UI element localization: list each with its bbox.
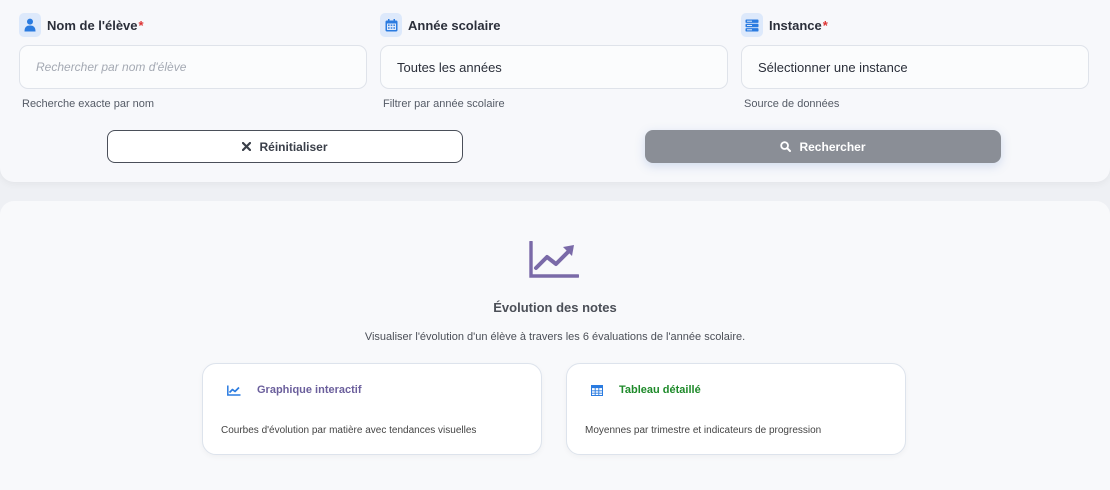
school-year-help: Filtrer par année scolaire <box>383 98 505 110</box>
search-button[interactable]: Rechercher <box>645 130 1001 163</box>
calendar-icon <box>380 13 402 37</box>
instance-select[interactable]: Sélectionner une instance <box>741 45 1089 89</box>
instance-help: Source de données <box>744 98 840 110</box>
feature-card-chart: Graphique interactif Courbes d'évolution… <box>202 363 542 455</box>
chart-line-icon <box>227 385 241 396</box>
instance-label: Instance <box>769 17 822 33</box>
reset-button-label: Réinitialiser <box>259 139 328 154</box>
search-button-label: Rechercher <box>799 139 866 154</box>
user-icon <box>19 13 41 37</box>
school-year-label-row: Année scolaire <box>380 13 728 37</box>
student-search-input[interactable] <box>36 60 366 74</box>
required-mark: * <box>138 17 144 33</box>
feature-title: Graphique interactif <box>257 384 362 396</box>
server-icon <box>741 13 763 37</box>
school-year-label: Année scolaire <box>408 17 501 33</box>
required-mark: * <box>822 17 828 33</box>
close-icon <box>242 142 252 151</box>
school-year-select[interactable]: Toutes les années <box>380 45 728 89</box>
instance-field: Instance * Sélectionner une instance Sour… <box>741 13 1089 110</box>
table-icon <box>591 384 603 396</box>
empty-state-title: Évolution des notes <box>493 300 617 315</box>
student-search-box[interactable] <box>19 45 367 89</box>
school-year-field: Année scolaire Toutes les années Filtrer… <box>380 13 728 110</box>
feature-card-header: Graphique interactif <box>227 384 362 396</box>
empty-state-description: Visualiser l'évolution d'un élève à trav… <box>364 331 746 343</box>
student-name-help: Recherche exacte par nom <box>22 98 155 110</box>
feature-description: Moyennes par trimestre et indicateurs de… <box>585 425 822 436</box>
feature-title: Tableau détaillé <box>619 384 701 396</box>
student-name-field: Nom de l'élève* Recherche exacte par nom <box>19 13 367 110</box>
student-name-label-row: Nom de l'élève * <box>19 13 367 37</box>
student-name-label: Nom de l'élève <box>47 17 138 33</box>
reset-button[interactable]: Réinitialiser <box>107 130 463 163</box>
instance-label-row: Instance * <box>741 13 1089 37</box>
feature-card-header: Tableau détaillé <box>591 384 701 396</box>
feature-card-table: Tableau détaillé Moyennes par trimestre … <box>566 363 906 455</box>
chart-line-icon <box>529 240 580 284</box>
search-icon <box>780 141 792 152</box>
feature-description: Courbes d'évolution par matière avec ten… <box>221 425 477 436</box>
